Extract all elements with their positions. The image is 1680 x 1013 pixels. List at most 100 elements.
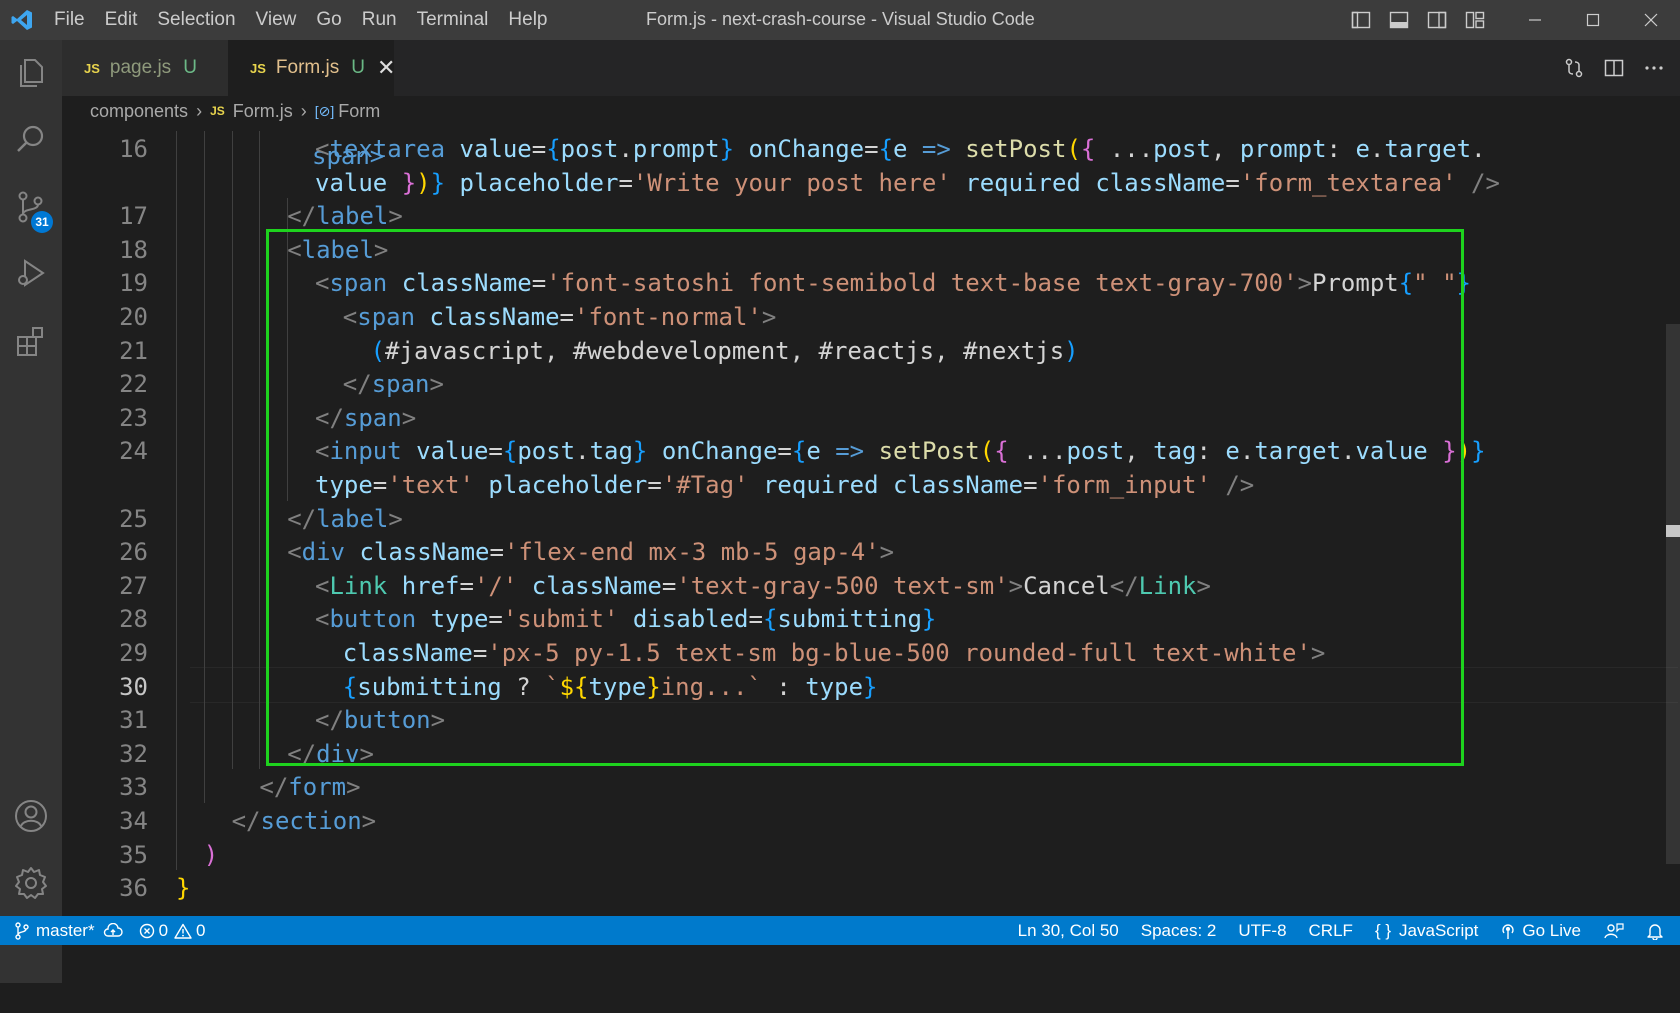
breadcrumb-file[interactable]: Form.js [233,101,293,122]
sync-cloud-icon[interactable] [103,922,123,939]
code-line[interactable]: 22 </span> [62,366,1662,402]
menu-file[interactable]: File [44,0,95,40]
toggle-panel-icon[interactable] [1380,0,1418,40]
menu-run[interactable]: Run [352,0,407,40]
toggle-secondary-sidebar-icon[interactable] [1418,0,1456,40]
menu-selection[interactable]: Selection [147,0,245,40]
toggle-primary-sidebar-icon[interactable] [1342,0,1380,40]
code-token: . [575,437,590,466]
language-label: JavaScript [1399,920,1479,940]
code-line[interactable]: value })} placeholder='Write your post h… [62,165,1662,201]
editor-scrollbar-thumb[interactable] [1666,324,1680,864]
code-token: 'font-satoshi font-semibold text-base te… [546,269,1298,298]
minimize-icon[interactable] [1506,0,1564,40]
code-line[interactable]: 32 </div> [62,736,1662,772]
run-debug-icon[interactable] [0,242,62,304]
code-token: div [301,538,345,567]
maximize-icon[interactable] [1564,0,1622,40]
more-actions-icon[interactable] [1634,40,1674,96]
code-text: type='text' placeholder='#Tag' required … [315,467,1254,503]
code-line[interactable]: 31 </button> [62,702,1662,738]
line-ending[interactable]: CRLF [1298,916,1364,945]
code-line[interactable]: 36} [62,870,1662,906]
encoding[interactable]: UTF-8 [1227,916,1297,945]
code-line[interactable]: 17 </label> [62,198,1662,234]
branch-status[interactable]: master* [0,916,131,945]
accounts-icon[interactable] [0,785,62,847]
breadcrumb-folder[interactable]: components [90,101,188,122]
language-mode[interactable]: { } JavaScript [1364,916,1489,945]
split-editor-icon[interactable] [1594,40,1634,96]
source-control-icon[interactable]: 31 [0,176,62,238]
title-bar: File Edit Selection View Go Run Terminal… [0,0,1680,40]
code-token: /> [1471,168,1500,197]
code-token: className [893,471,1024,499]
menu-terminal[interactable]: Terminal [407,0,499,40]
notifications-bell-icon[interactable] [1636,916,1680,945]
code-line[interactable]: 24 <input value={post.tag} onChange={e =>… [62,433,1662,469]
code-line[interactable]: 16 <textarea value={post.prompt} onChange… [62,131,1662,167]
extensions-icon[interactable] [0,310,62,372]
explorer-icon[interactable] [0,42,62,104]
code-token: = [618,168,633,197]
breadcrumb-symbol[interactable]: Form [338,101,380,122]
code-token: = [372,471,388,499]
code-line[interactable]: 35) [62,837,1662,873]
code-token: label [316,202,389,231]
indentation[interactable]: Spaces: 2 [1130,916,1228,945]
code-line[interactable]: 23 </span> [62,400,1662,436]
code-token: 'flex-end mx-3 mb-5 gap-4' [503,538,880,567]
customize-layout-icon[interactable] [1456,0,1494,40]
menu-help[interactable]: Help [498,0,557,40]
code-line[interactable]: 25 </label> [62,501,1662,537]
code-line[interactable]: 19 <span className='font-satoshi font-sem… [62,265,1662,301]
code-line[interactable]: 29 className='px-5 py-1.5 text-sm bg-blue… [62,635,1662,671]
code-token: = [488,437,503,466]
code-line[interactable]: 20 <span className='font-normal'> [62,299,1662,335]
open-changes-icon[interactable] [1554,40,1594,96]
go-live-button[interactable]: Go Live [1489,916,1592,945]
tab-page-js[interactable]: JS page.js U [62,40,228,96]
code-token: } [430,168,446,197]
code-line[interactable]: 34 </section> [62,803,1662,839]
indent-guide [203,131,205,803]
code-text: </button> [315,702,445,738]
close-tab-icon[interactable]: ✕ [377,55,395,81]
code-line[interactable]: 27 <Link href='/' className='text-gray-50… [62,568,1662,604]
menu-view[interactable]: View [246,0,307,40]
code-line[interactable]: 28 <button type='submit' disabled={submit… [62,601,1662,637]
code-token: className [429,303,560,331]
code-token: span [329,269,388,298]
code-line[interactable]: 21 (#javascript, #webdevelopment, #reactj… [62,333,1662,369]
code-line[interactable]: 30 {submitting ? `${type}ing...` : type} [62,669,1662,705]
line-number: 22 [119,370,148,399]
code-token: = [777,437,792,466]
status-bar: master* 0 0 Ln 30, Col 50 Spaces: 2 UTF-… [0,916,1680,945]
code-token: = [459,571,474,600]
title-actions [1342,0,1680,40]
settings-gear-icon[interactable] [0,852,62,914]
code-token: className [401,269,532,298]
search-icon[interactable] [0,108,62,170]
code-token: ing...` [660,672,762,701]
code-editor[interactable]: span> 16 <textarea value={post.prompt} on… [62,126,1680,983]
code-token: Cancel [1023,571,1110,600]
code-line[interactable]: 18 <label> [62,232,1662,268]
code-text: </span> [315,400,416,436]
code-line[interactable]: type='text' placeholder='#Tag' required … [62,467,1662,503]
code-line[interactable]: 33 </form> [62,769,1662,805]
tab-form-js[interactable]: JS Form.js U ✕ [228,40,395,96]
menu-edit[interactable]: Edit [95,0,148,40]
problems-status[interactable]: 0 0 [131,916,214,945]
feedback-icon[interactable] [1592,916,1636,945]
code-token: span [357,303,416,331]
menu-go[interactable]: Go [306,0,351,40]
code-token: button [343,706,431,735]
close-window-icon[interactable] [1622,0,1680,40]
code-line[interactable]: 26 <div className='flex-end mx-3 mb-5 gap… [62,534,1662,570]
cursor-position[interactable]: Ln 30, Col 50 [1007,916,1130,945]
